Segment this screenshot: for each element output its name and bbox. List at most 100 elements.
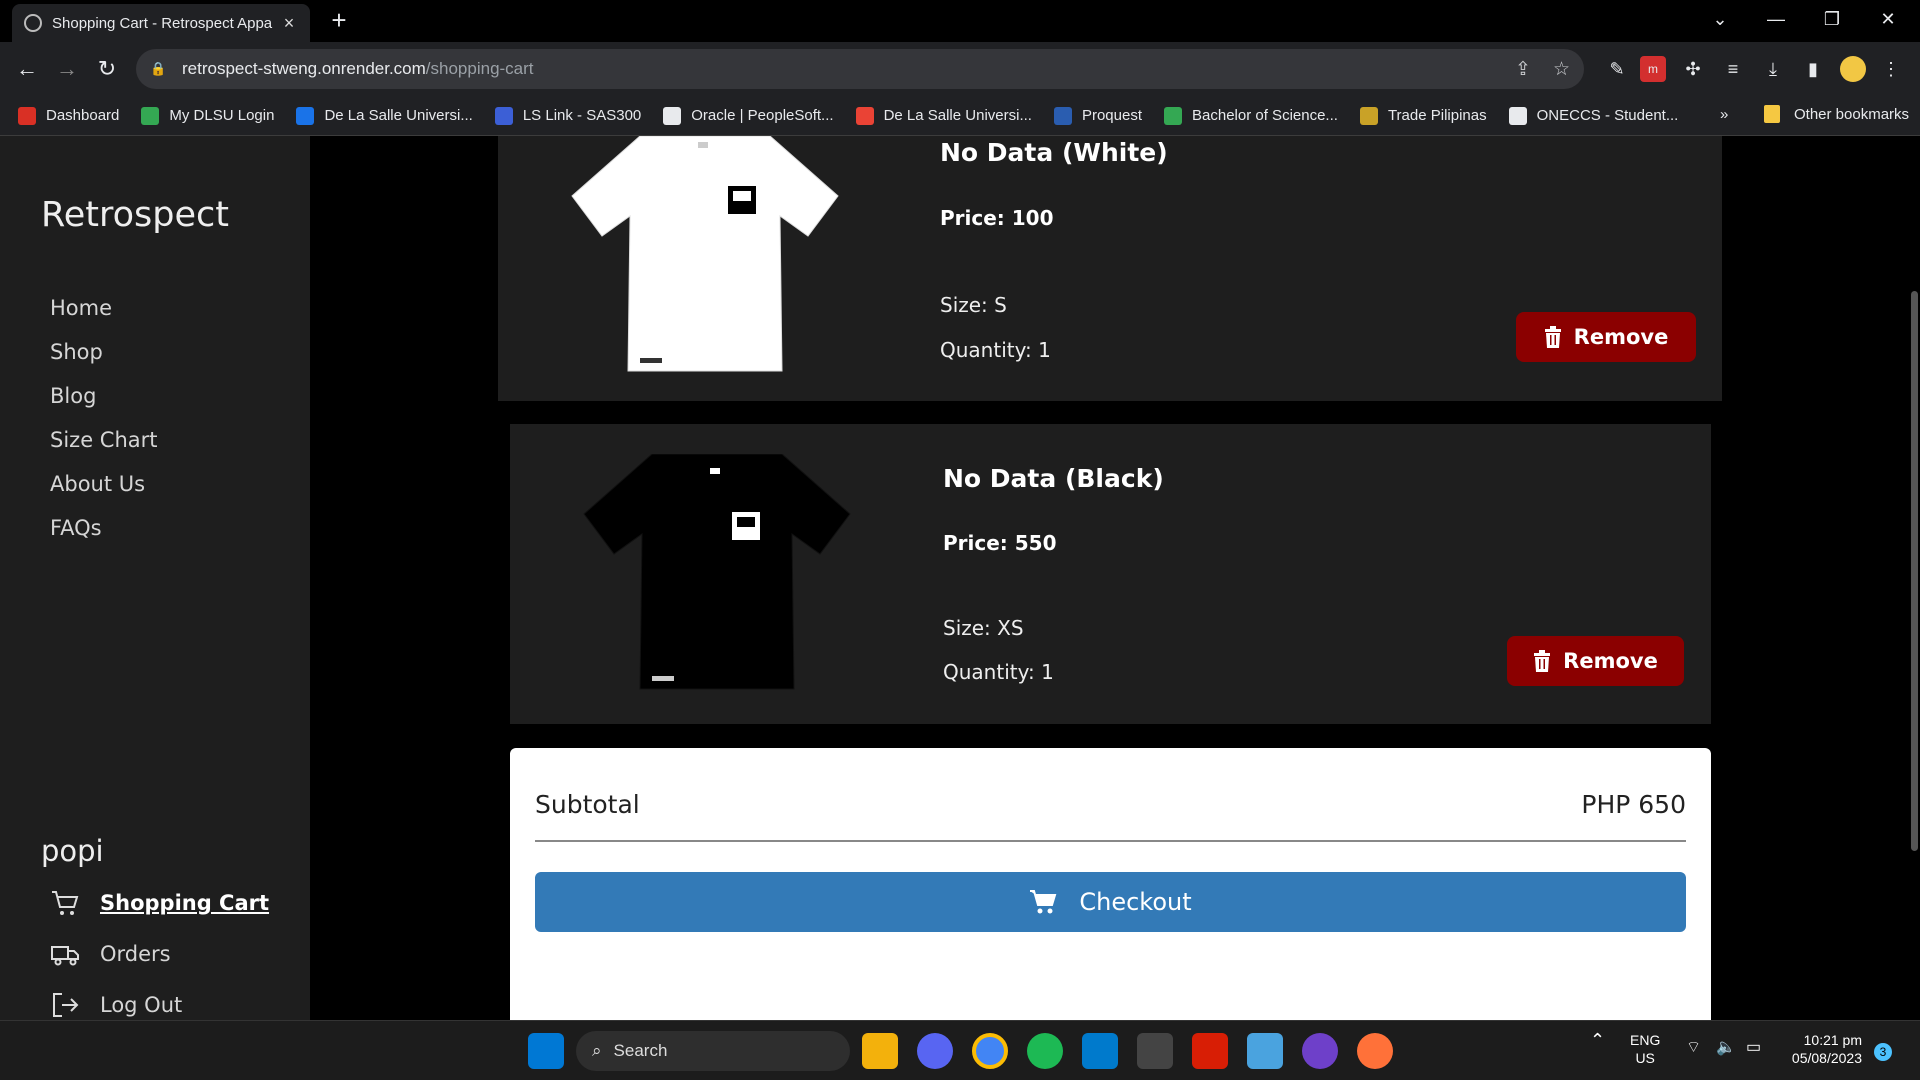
tshirt-black-image <box>583 454 851 690</box>
nav-about-us[interactable]: About Us <box>50 472 158 516</box>
profile-avatar[interactable] <box>1840 56 1866 82</box>
item-price: Price: 100 <box>940 206 1054 230</box>
file-explorer-icon[interactable] <box>862 1033 898 1069</box>
bookmark-item[interactable]: De La Salle Universi... <box>296 106 473 125</box>
nav-home[interactable]: Home <box>50 296 158 340</box>
bookmark-item[interactable]: Trade Pilipinas <box>1359 106 1487 125</box>
github-desktop-icon[interactable] <box>1302 1033 1338 1069</box>
bookmark-label: Bachelor of Science... <box>1192 107 1338 124</box>
chrome-icon[interactable] <box>972 1033 1008 1069</box>
menu-icon[interactable]: ⋮ <box>1878 56 1904 82</box>
bookmark-item[interactable]: Oracle | PeopleSoft... <box>663 106 834 125</box>
clock[interactable]: 10:21 pm 05/08/2023 <box>1782 1031 1862 1067</box>
app-icon[interactable] <box>1137 1033 1173 1069</box>
subtotal-label: Subtotal <box>535 790 640 819</box>
remove-button[interactable]: Remove <box>1507 636 1684 686</box>
windows-taskbar: ⌕ Search ⌃ ENG US ⌔ 🔈 ▭ 10:21 pm 05/08/2… <box>0 1020 1920 1080</box>
page-content: Retrospect Home Shop Blog Size Chart Abo… <box>0 136 1920 1020</box>
bookmark-label: De La Salle Universi... <box>324 107 473 124</box>
other-bookmarks[interactable]: Other bookmarks <box>1764 105 1909 123</box>
taskbar-search-label: Search <box>613 1041 668 1060</box>
account-orders[interactable]: Orders <box>50 939 171 969</box>
close-window-button[interactable]: ✕ <box>1860 0 1916 42</box>
vscode-icon[interactable] <box>1082 1033 1118 1069</box>
language-line-2: US <box>1635 1050 1655 1066</box>
nav-shop[interactable]: Shop <box>50 340 158 384</box>
url-path: /shopping-cart <box>425 59 534 78</box>
bookmark-favicon-icon <box>296 106 315 125</box>
minimize-button[interactable]: — <box>1748 0 1804 42</box>
volume-icon[interactable]: 🔈 <box>1716 1039 1736 1057</box>
new-tab-button[interactable]: + <box>324 6 354 36</box>
bookmark-item[interactable]: Dashboard <box>18 106 119 125</box>
tab-search-icon[interactable]: ⌄ <box>1692 0 1748 42</box>
language-indicator[interactable]: ENG US <box>1630 1031 1660 1067</box>
remove-button[interactable]: Remove <box>1516 312 1696 362</box>
nav-blog[interactable]: Blog <box>50 384 158 428</box>
tshirt-white-image <box>571 136 839 372</box>
bookmark-item[interactable]: My DLSU Login <box>141 106 275 125</box>
tray-chevron-icon[interactable]: ⌃ <box>1590 1031 1605 1049</box>
bookmark-label: Trade Pilipinas <box>1387 107 1487 124</box>
close-tab-icon[interactable]: × <box>280 13 298 34</box>
extension-red-icon[interactable]: m <box>1640 56 1666 82</box>
url-host: retrospect-stweng.onrender.com <box>182 59 426 78</box>
restore-button[interactable]: ❐ <box>1804 0 1860 42</box>
bookmark-favicon-icon <box>494 106 513 125</box>
account-logout[interactable]: Log Out <box>50 990 182 1020</box>
scrollbar-thumb[interactable] <box>1911 291 1918 851</box>
taskbar-search[interactable]: ⌕ Search <box>576 1031 850 1071</box>
lock-icon: 🔒 <box>150 61 167 76</box>
item-quantity: Quantity: 1 <box>940 338 1051 362</box>
reload-icon[interactable]: ↻ <box>90 52 124 86</box>
firefox-icon[interactable] <box>1357 1033 1393 1069</box>
bookmark-item[interactable]: Proquest <box>1053 106 1143 125</box>
bookmark-label: Oracle | PeopleSoft... <box>691 107 834 124</box>
bookmark-favicon-icon <box>18 106 36 125</box>
extension-pen-icon[interactable]: ✎ <box>1604 56 1630 82</box>
browser-tab[interactable]: Shopping Cart - Retrospect Appa × <box>12 4 310 42</box>
more-bookmarks-button[interactable]: » <box>1720 106 1728 123</box>
spotify-icon[interactable] <box>1027 1033 1063 1069</box>
bookmark-star-icon[interactable]: ☆ <box>1553 58 1570 81</box>
wifi-icon[interactable]: ⌔ <box>1686 1039 1701 1057</box>
bookmark-item[interactable]: De La Salle Universi... <box>855 106 1032 125</box>
checkout-button[interactable]: Checkout <box>535 872 1686 932</box>
nav-size-chart[interactable]: Size Chart <box>50 428 158 472</box>
bookmark-item[interactable]: Bachelor of Science... <box>1164 106 1338 125</box>
account-orders-label: Orders <box>100 942 171 966</box>
start-icon[interactable] <box>528 1033 564 1069</box>
notification-badge[interactable]: 3 <box>1874 1043 1892 1061</box>
account-logout-label: Log Out <box>100 993 183 1017</box>
bookmark-label: Proquest <box>1081 107 1143 124</box>
back-icon[interactable]: ← <box>10 52 44 86</box>
bookmark-label: My DLSU Login <box>169 107 275 124</box>
media-queue-icon[interactable]: ≡ <box>1720 56 1746 82</box>
bookmarks-bar: Dashboard My DLSU Login De La Salle Univer… <box>0 96 1920 136</box>
acrobat-icon[interactable] <box>1192 1033 1228 1069</box>
forward-icon[interactable]: → <box>50 52 84 86</box>
bookmark-favicon-icon <box>1359 106 1378 125</box>
item-name: No Data (White) <box>940 138 1168 167</box>
bookmark-item[interactable]: LS Link - SAS300 <box>494 106 641 125</box>
bookmark-item[interactable]: ONECCS - Student... <box>1508 106 1679 125</box>
brand-logo[interactable]: Retrospect <box>41 195 229 235</box>
username: popi <box>41 834 104 868</box>
clock-date: 05/08/2023 <box>1791 1050 1862 1066</box>
battery-icon[interactable]: ▭ <box>1746 1039 1761 1057</box>
account-shopping-cart[interactable]: Shopping Cart <box>50 888 269 918</box>
trash-icon <box>1534 650 1551 672</box>
item-size: Size: S <box>940 293 1007 317</box>
remove-label: Remove <box>1573 325 1669 349</box>
side-panel-icon[interactable]: ▮ <box>1800 56 1826 82</box>
subtotal-value: PHP 650 <box>1581 790 1686 819</box>
extensions-puzzle-icon[interactable]: ✣ <box>1680 56 1706 82</box>
nav-faqs[interactable]: FAQs <box>50 516 158 560</box>
address-bar[interactable]: 🔒 retrospect-stweng.onrender.com/shoppin… <box>136 49 1584 89</box>
share-icon[interactable]: ⇪ <box>1515 58 1531 81</box>
download-icon[interactable]: ⤓ <box>1760 56 1786 82</box>
bookmark-label: ONECCS - Student... <box>1536 107 1679 124</box>
notepad-icon[interactable] <box>1247 1033 1283 1069</box>
discord-icon[interactable] <box>917 1033 953 1069</box>
clock-time: 10:21 pm <box>1803 1032 1862 1048</box>
